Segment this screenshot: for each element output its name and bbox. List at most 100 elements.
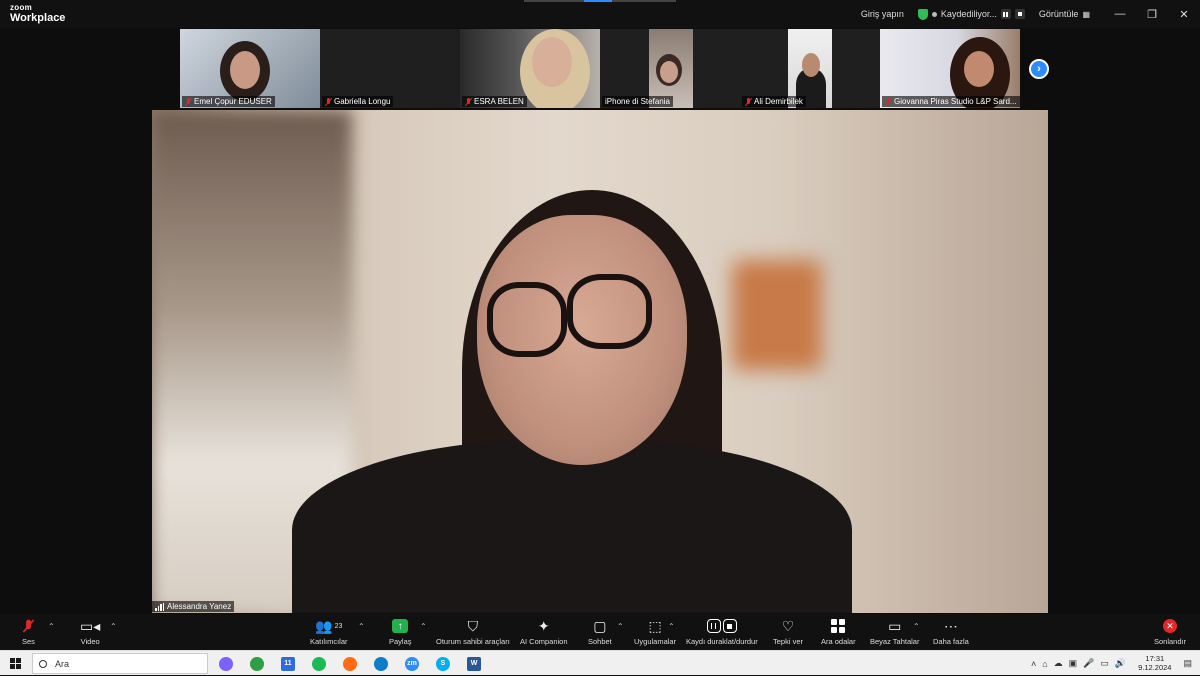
video-button[interactable]: ▭◂ Video [80,617,101,647]
audio-button[interactable]: Ses [22,618,35,646]
end-call-icon: ✕ [1163,619,1178,633]
title-bar: zoom Workplace Giriş yapın Kaydediliyor.… [0,0,1200,28]
taskbar-app-chrome[interactable] [245,654,269,673]
record-pause-stop-button[interactable]: Kaydı duraklat/durdur [686,618,758,646]
reactions-button[interactable]: ♡ Tepki ver [773,617,803,647]
close-window-button[interactable]: ✕ [1168,8,1200,21]
heart-icon: ♡ [781,617,795,634]
share-options-caret[interactable]: ⌃ [420,622,427,631]
participant-label: Giovanna Piras Studio L&P Sard... [882,96,1020,107]
mic-muted-icon [745,97,752,106]
shield-icon: ⛉ [467,617,479,634]
participants-options-caret[interactable]: ⌃ [358,622,365,631]
stop-recording-button[interactable] [1014,9,1025,19]
view-label: Görüntüle [1038,9,1079,19]
top-drag-handle[interactable] [524,0,676,2]
sign-in-link[interactable]: Giriş yapın [861,9,904,19]
notification-icon[interactable]: ▤ [1183,658,1192,669]
participant-tile[interactable]: ESRA BELEN [460,29,600,108]
mic-muted-icon [23,619,34,633]
battery-icon[interactable]: ▭ [1100,658,1109,669]
view-menu[interactable]: Görüntüle ▦ [1039,9,1090,19]
participants-button[interactable]: 👥 23 Katılımcılar [310,617,348,647]
microphone-icon[interactable]: 🎤 [1083,658,1094,669]
participant-label: Ali Demirbilek [742,96,806,107]
participant-tile[interactable]: Emel Çopur EDUSER [180,29,320,108]
mic-muted-icon [185,97,192,106]
brand-small: zoom [10,3,33,12]
active-speaker-label: Alessandra Yanez [152,601,235,612]
taskbar-app-edge[interactable] [369,654,393,673]
participant-label: iPhone di Stefania [602,96,673,107]
cloud-icon[interactable]: ☁ [1054,658,1063,669]
participant-tile[interactable]: iPhone di Stefania [600,29,740,108]
shield-icon [917,8,928,20]
whiteboard-icon: ▭ [888,617,902,634]
whiteboards-options-caret[interactable]: ⌃ [913,622,920,631]
taskbar-app-mail[interactable]: 11 [276,654,300,673]
zoom-logo: zoom Workplace [10,4,65,24]
share-button[interactable]: ↑ Paylaş [389,618,412,646]
minimize-button[interactable]: — [1104,8,1136,20]
record-controls-icon [706,619,737,633]
taskbar-app-skype[interactable]: S [431,654,455,673]
participant-tile[interactable]: Gabriella Longu [320,29,460,108]
mic-muted-icon [885,97,892,106]
recording-label: Kaydediliyor... [940,9,997,19]
breakout-rooms-button[interactable]: Ara odalar [821,618,856,646]
cloud-icon [931,11,937,17]
participants-icon: 👥 [315,617,333,634]
signal-icon [155,602,164,611]
start-button[interactable] [10,658,21,669]
copilot-icon [219,656,233,671]
word-icon: W [467,656,481,671]
network-icon[interactable]: ⌂ [1042,659,1047,669]
clock[interactable]: 17:31 9.12.2024 [1138,654,1171,672]
mail-icon: 11 [281,656,295,671]
mic-muted-icon [325,97,332,106]
participant-thumbnails: Emel Çopur EDUSER Gabriella Longu ESRA B… [180,29,1020,109]
breakout-rooms-icon [831,619,846,633]
brand-large: Workplace [10,12,66,24]
participant-label: ESRA BELEN [462,96,527,107]
taskbar-app-zoom[interactable]: zm [400,654,424,673]
taskbar-app-firefox[interactable] [338,654,362,673]
sparkle-icon: ✦ [537,617,550,634]
end-meeting-button[interactable]: ✕ Sonlandır [1154,618,1186,646]
taskbar-app-spotify[interactable] [307,654,331,673]
participant-tile[interactable]: Ali Demirbilek [740,29,880,108]
chevron-up-icon[interactable]: ˄ [1031,659,1036,669]
pause-recording-button[interactable] [1000,9,1011,19]
meeting-toolbar: Ses ⌃ ▭◂ Video ⌃ 👥 23 Katılımcılar ⌃ ↑ Pa… [0,614,1200,650]
taskbar-app-copilot[interactable] [214,654,238,673]
video-options-caret[interactable]: ⌃ [110,622,117,631]
speaker-icon[interactable]: 🔊 [1115,658,1126,669]
active-speaker-video [152,110,1048,613]
participant-label: Emel Çopur EDUSER [182,96,275,107]
mic-muted-icon [465,97,472,106]
taskbar-search-box[interactable]: Ara [32,653,208,674]
next-page-button[interactable]: › [1029,59,1049,79]
windows-taskbar: Ara 11 zm S W ˄ ⌂ ☁ ▣ 🎤 ▭ 🔊 17:31 9.12.2024… [0,650,1200,675]
more-dots-icon: ⋯ [943,617,958,634]
recording-indicator: Kaydediliyor... [917,8,1025,20]
taskbar-app-word[interactable]: W [462,654,486,673]
participant-label: Gabriella Longu [322,96,394,107]
participant-tile[interactable]: Giovanna Piras Studio L&P Sard... [880,29,1020,108]
skype-icon: S [436,656,450,671]
audio-options-caret[interactable]: ⌃ [48,622,55,631]
chat-button[interactable]: ▢ Sohbet [588,617,612,647]
apps-options-caret[interactable]: ⌃ [668,622,675,631]
host-tools-button[interactable]: ⛉ Oturum sahibi araçları [436,617,510,647]
firefox-icon [343,656,357,671]
restore-button[interactable]: ❐ [1136,8,1168,21]
chat-bubble-icon: ▢ [593,617,607,634]
camera-icon[interactable]: ▣ [1069,658,1078,669]
zoom-icon: zm [405,656,419,671]
more-button[interactable]: ⋯ Daha fazla [933,617,969,647]
chat-options-caret[interactable]: ⌃ [617,622,624,631]
video-camera-icon: ▭◂ [80,617,101,634]
system-tray: ˄ ⌂ ☁ ▣ 🎤 ▭ 🔊 17:31 9.12.2024 ▤ [1031,651,1192,676]
search-icon [39,659,47,668]
ai-companion-button[interactable]: ✦ AI Companion [520,617,568,647]
